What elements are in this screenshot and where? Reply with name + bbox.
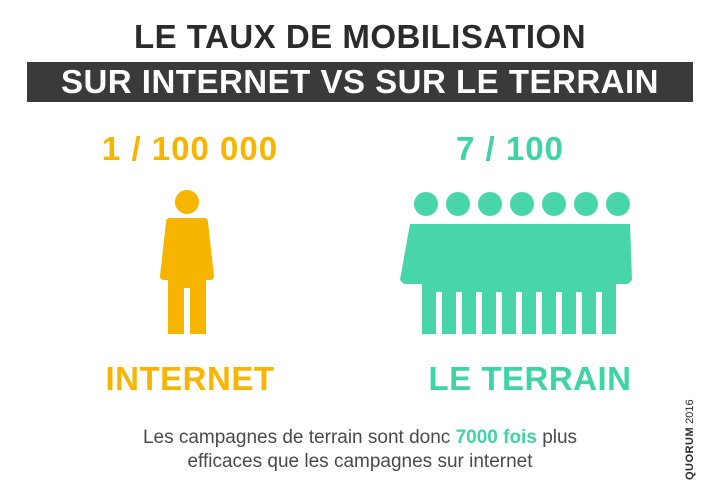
- terrain-label: LE TERRAIN: [428, 360, 632, 397]
- credit: QUORUM 2016: [684, 399, 696, 480]
- terrain-ratio: 7 / 100: [456, 130, 564, 167]
- internet-ratio: 1 / 100 000: [101, 130, 279, 167]
- caption-text-after: plus: [542, 427, 578, 448]
- caption-text-before: Les campagnes de terrain sont donc: [142, 427, 451, 448]
- credit-brand: QUORUM: [684, 426, 696, 480]
- terrain-people-group-icon: [400, 192, 632, 334]
- credit-year: 2016: [684, 399, 696, 424]
- internet-label: INTERNET: [105, 360, 275, 397]
- internet-person-icon: [160, 190, 214, 334]
- caption: Les campagnes de terrain sont donc 7000 …: [40, 426, 680, 474]
- caption-highlight: 7000 fois: [455, 427, 537, 448]
- title-line-2: SUR INTERNET VS SUR LE TERRAIN: [60, 63, 660, 100]
- title-line-1: LE TAUX DE MOBILISATION: [133, 18, 587, 55]
- caption-line-2: efficaces que les campagnes sur internet: [187, 451, 533, 472]
